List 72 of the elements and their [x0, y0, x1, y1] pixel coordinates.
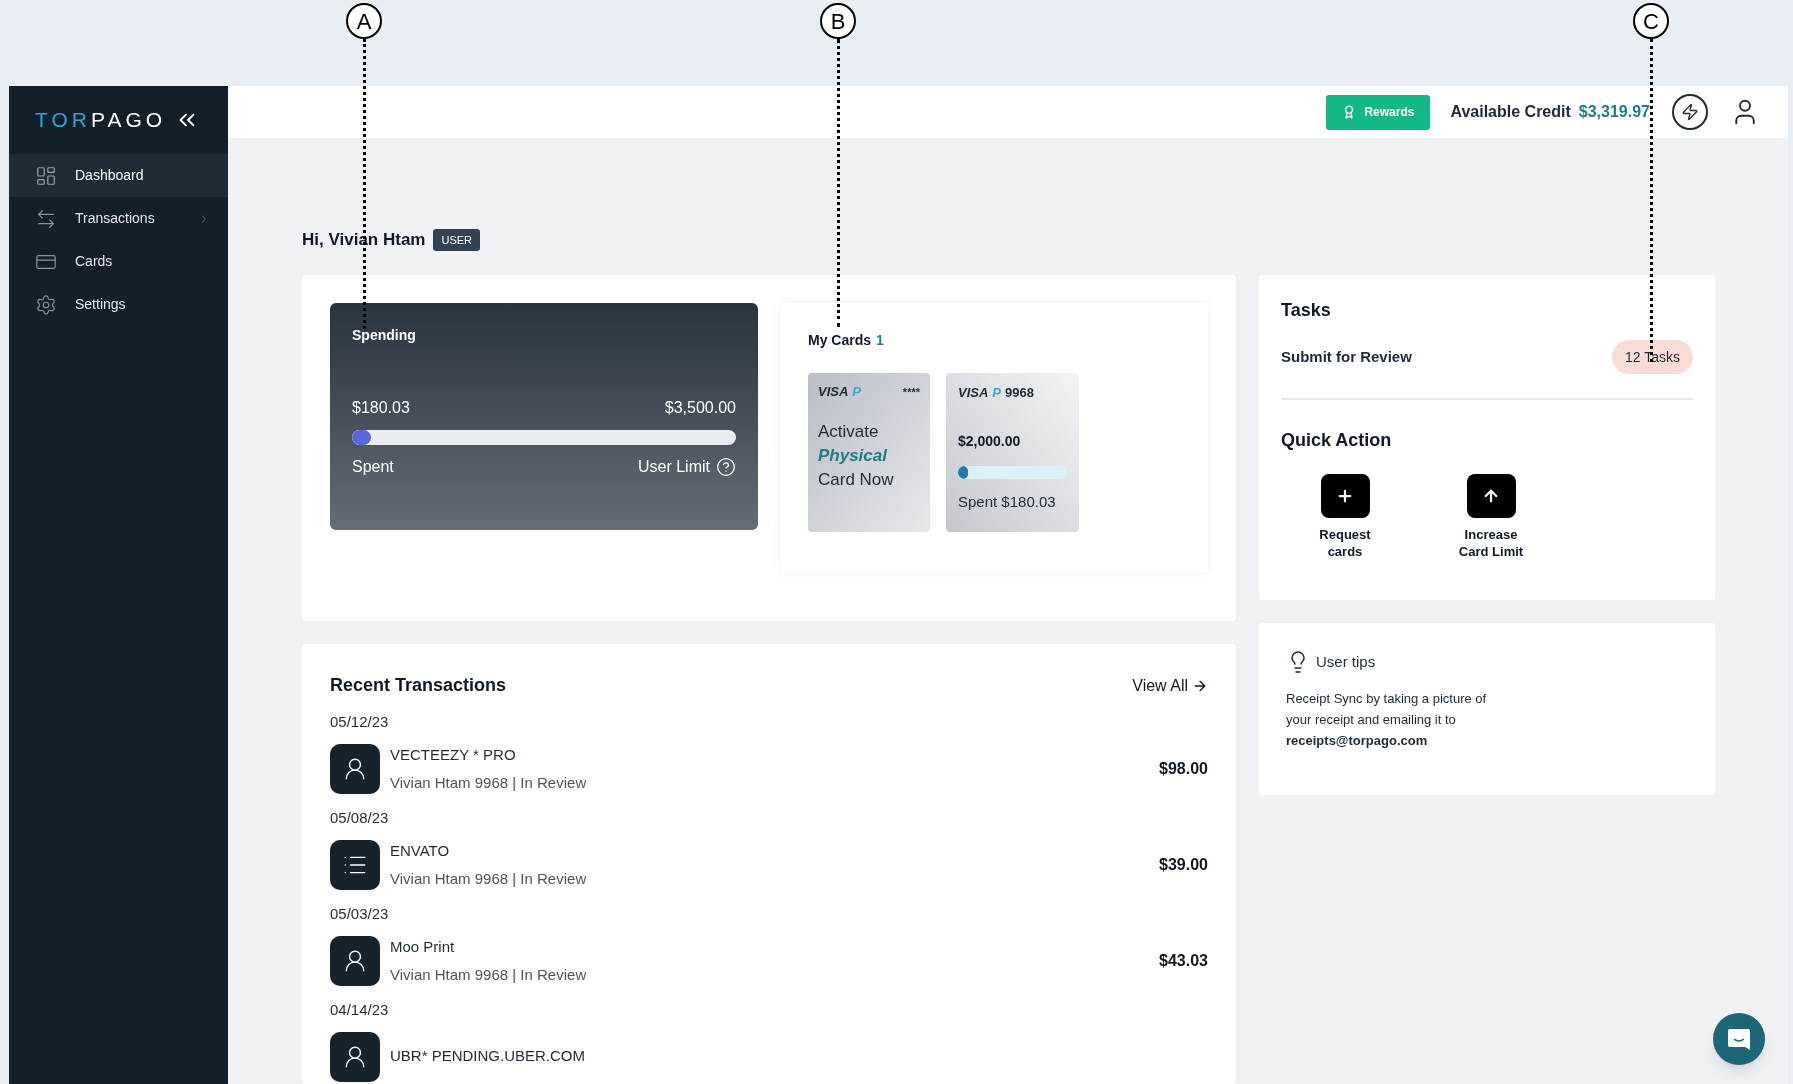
- payment-card[interactable]: VISA P 9968 $2,000.00 Spent $180.03: [946, 373, 1079, 532]
- card-spent: Spent $180.03: [958, 491, 1057, 512]
- card-brand: VISA: [818, 383, 849, 401]
- credit-value: $3,319.97: [1578, 102, 1650, 122]
- person-icon: [330, 744, 380, 794]
- arrow-up-button[interactable]: [1466, 474, 1516, 518]
- callout-marker: C: [1633, 3, 1669, 39]
- transaction-detail: Vivian Htam 9968 | In Review: [390, 965, 587, 985]
- card-count: 1: [876, 331, 884, 350]
- merchant-name: UBR* PENDING.UBER.COM: [390, 1046, 586, 1067]
- card-text-highlight: Physical: [818, 444, 889, 467]
- tasks-title: Tasks: [1281, 299, 1332, 322]
- transaction-row[interactable]: Moo Print Vivian Htam 9968 | In Review $43.03: [330, 935, 1208, 987]
- callout-marker: B: [820, 3, 856, 39]
- card-text: Card Now: [818, 468, 895, 491]
- card-amount: $2,000.00: [958, 431, 1022, 451]
- sidebar-item[interactable]: Dashboard: [9, 154, 228, 197]
- transaction-date: 05/08/23: [330, 808, 390, 828]
- sidebar-item[interactable]: Transactions: [9, 197, 228, 240]
- list-icon: [330, 840, 380, 890]
- chat-icon: [1726, 1026, 1752, 1052]
- quick-action-title: Quick Action: [1281, 429, 1393, 452]
- lightning-button[interactable]: [1672, 94, 1708, 130]
- logo: TOR PAGO: [35, 107, 167, 134]
- dashboard-icon: [35, 164, 57, 187]
- role-badge: USER: [433, 228, 480, 252]
- limit-label: User Limit: [637, 457, 710, 477]
- transaction-amount: $39.00: [1159, 855, 1208, 875]
- transaction-date: 05/12/23: [330, 712, 390, 732]
- view-all-link[interactable]: View All: [1132, 673, 1208, 698]
- merchant-name: Moo Print: [390, 936, 456, 957]
- transaction-row[interactable]: ENVATO Vivian Htam 9968 | In Review $39.00: [330, 839, 1208, 891]
- lightning-icon: [1681, 103, 1699, 121]
- sidebar-item[interactable]: Settings: [9, 283, 228, 326]
- transactions-title: Recent Transactions: [330, 674, 507, 697]
- plus-icon: [1336, 487, 1354, 505]
- card-mark: P: [852, 383, 861, 401]
- person-icon: [330, 936, 380, 986]
- settings-icon: [35, 293, 57, 316]
- transaction-amount: $43.03: [1159, 951, 1208, 971]
- task-count: 12 Tasks: [1612, 340, 1693, 374]
- transaction-row[interactable]: UBR* PENDING.UBER.COM: [330, 1031, 1208, 1082]
- card-number: 9968: [1005, 384, 1034, 402]
- merchant-name: VECTEEZY * PRO: [390, 744, 517, 765]
- card-number: ****: [902, 384, 920, 400]
- credit-label: Available Credit: [1450, 102, 1571, 122]
- limit-amount: $3,500.00: [664, 398, 736, 418]
- tips-title: User tips: [1316, 651, 1376, 672]
- arrows-icon: [35, 207, 57, 230]
- transaction-date: 04/14/23: [330, 1000, 390, 1020]
- merchant-name: ENVATO: [390, 840, 451, 861]
- card-text: Activate: [818, 420, 880, 443]
- help-icon[interactable]: [716, 457, 736, 477]
- activate-card[interactable]: VISA P **** Activate Physical Card Now: [808, 373, 930, 532]
- transaction-date: 05/03/23: [330, 904, 390, 924]
- spent-label: Spent: [352, 457, 394, 477]
- spending-title: Spending: [352, 326, 417, 345]
- transaction-detail: Vivian Htam 9968 | In Review: [390, 773, 587, 793]
- my-cards-title: My Cards: [808, 331, 871, 350]
- callout-marker: A: [346, 3, 382, 39]
- transaction-detail: Vivian Htam 9968 | In Review: [390, 869, 587, 889]
- spent-amount: $180.03: [352, 398, 410, 418]
- action-label: Increase Card Limit: [1457, 526, 1525, 560]
- sidebar-item[interactable]: Cards: [9, 240, 228, 283]
- card-mark: P: [992, 384, 1001, 402]
- transaction-row[interactable]: VECTEEZY * PRO Vivian Htam 9968 | In Review $98.00: [330, 743, 1208, 795]
- action-label: Request cards: [1318, 526, 1372, 560]
- tips-text: Receipt Sync by taking a picture of your receipt and emailing it to receipts@torpago.com: [1286, 690, 1488, 750]
- card-brand: VISA: [958, 384, 989, 402]
- task-row[interactable]: Submit for Review 12 Tasks: [1281, 340, 1693, 374]
- plus-button[interactable]: [1320, 474, 1370, 518]
- transaction-amount: $98.00: [1159, 759, 1208, 779]
